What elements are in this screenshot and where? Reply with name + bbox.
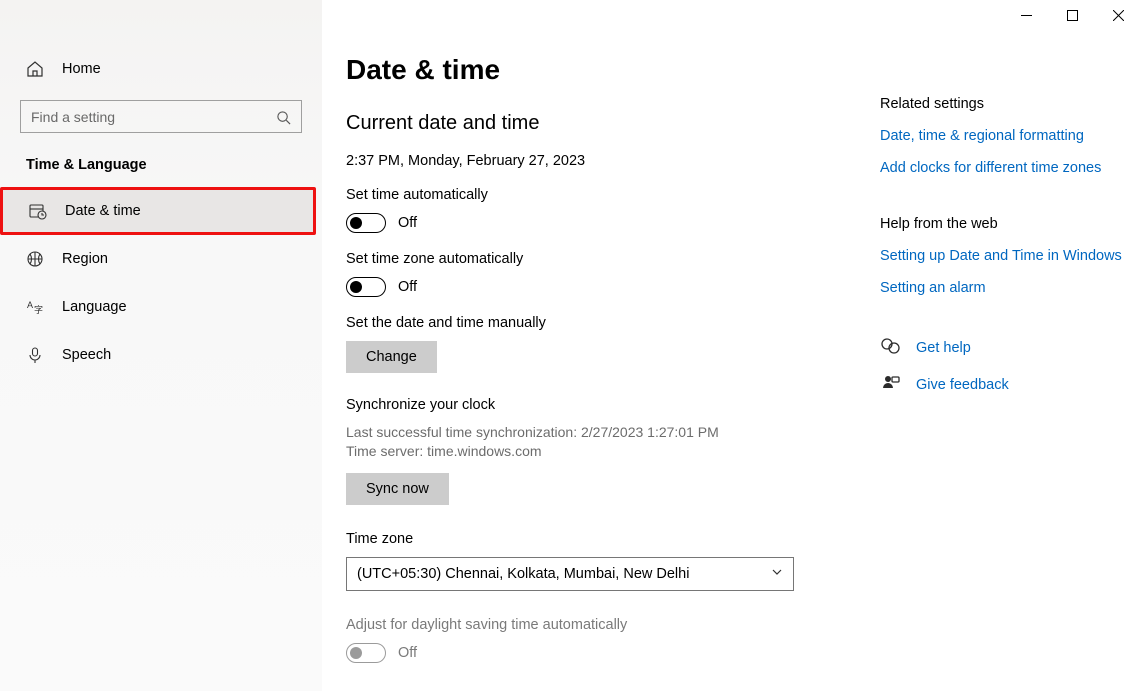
sidebar-item-language[interactable]: A字 Language (0, 283, 322, 331)
timezone-select[interactable]: (UTC+05:30) Chennai, Kolkata, Mumbai, Ne… (346, 557, 794, 591)
timezone-label: Time zone (346, 531, 856, 547)
set-time-auto-label: Set time automatically (346, 187, 856, 203)
search-input[interactable] (20, 100, 302, 133)
sidebar-item-date-time[interactable]: Date & time (0, 187, 316, 235)
home-nav[interactable]: Home (0, 48, 322, 90)
search-icon (274, 108, 292, 126)
current-datetime-heading: Current date and time (346, 112, 856, 135)
link-setting-alarm[interactable]: Setting an alarm (880, 280, 1140, 296)
link-regional-formatting[interactable]: Date, time & regional formatting (880, 128, 1140, 144)
sidebar-item-label: Date & time (65, 203, 141, 219)
set-tz-auto-state: Off (398, 279, 417, 295)
set-tz-auto-toggle[interactable] (346, 277, 386, 297)
feedback-icon (880, 373, 900, 396)
svg-text:A: A (27, 300, 33, 310)
right-rail: Related settings Date, time & regional f… (880, 96, 1140, 436)
current-datetime-value: 2:37 PM, Monday, February 27, 2023 (346, 153, 856, 169)
svg-text:字: 字 (34, 304, 43, 315)
get-help-link[interactable]: Get help (916, 340, 971, 356)
related-settings-heading: Related settings (880, 96, 1140, 112)
sync-last: Last successful time synchronization: 2/… (346, 423, 856, 442)
page-title: Date & time (346, 54, 856, 86)
chevron-down-icon (771, 566, 783, 582)
language-icon: A字 (26, 298, 44, 316)
sidebar: Home Time & Language Date & time Region … (0, 0, 322, 691)
calendar-clock-icon (29, 202, 47, 220)
sync-heading: Synchronize your clock (346, 397, 856, 413)
sidebar-item-label: Language (62, 299, 127, 315)
manual-label: Set the date and time manually (346, 315, 856, 331)
sidebar-item-speech[interactable]: Speech (0, 331, 322, 379)
search-wrap (20, 100, 302, 133)
dst-state: Off (398, 645, 417, 661)
sidebar-item-label: Region (62, 251, 108, 267)
set-time-auto-toggle[interactable] (346, 213, 386, 233)
help-web-heading: Help from the web (880, 216, 1140, 232)
feedback-link[interactable]: Give feedback (916, 377, 1009, 393)
link-setup-datetime[interactable]: Setting up Date and Time in Windows (880, 248, 1140, 264)
dst-toggle (346, 643, 386, 663)
timezone-value: (UTC+05:30) Chennai, Kolkata, Mumbai, Ne… (357, 566, 689, 582)
help-icon (880, 336, 900, 359)
globe-icon (26, 250, 44, 268)
get-help-row[interactable]: Get help (880, 336, 1140, 359)
sync-server: Time server: time.windows.com (346, 442, 856, 461)
feedback-row[interactable]: Give feedback (880, 373, 1140, 396)
sync-now-button[interactable]: Sync now (346, 473, 449, 505)
sidebar-section-heading: Time & Language (0, 133, 322, 187)
change-button[interactable]: Change (346, 341, 437, 373)
dst-label: Adjust for daylight saving time automati… (346, 617, 856, 633)
home-label: Home (62, 61, 101, 77)
set-tz-auto-label: Set time zone automatically (346, 251, 856, 267)
sidebar-item-region[interactable]: Region (0, 235, 322, 283)
home-icon (26, 60, 44, 78)
microphone-icon (26, 346, 44, 364)
sidebar-item-label: Speech (62, 347, 111, 363)
link-add-clocks[interactable]: Add clocks for different time zones (880, 160, 1140, 176)
set-time-auto-state: Off (398, 215, 417, 231)
